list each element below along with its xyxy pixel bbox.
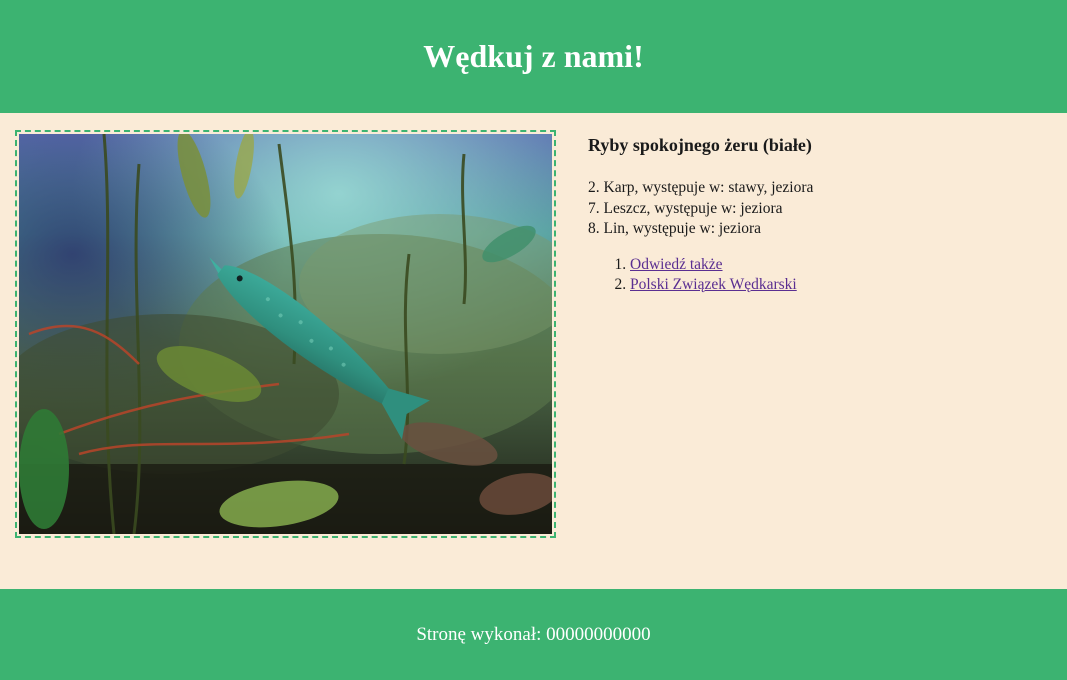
- fish-section-heading: Ryby spokojnego żeru (białe): [588, 135, 812, 155]
- page-header: Wędkuj z nami!: [0, 0, 1067, 113]
- fish-photo-frame: [15, 130, 556, 538]
- page-footer: Stronę wykonał: 00000000000: [0, 589, 1067, 680]
- footer-author: Stronę wykonał: 00000000000: [416, 623, 651, 645]
- page-title: Wędkuj z nami!: [423, 38, 644, 74]
- fish-item: 2. Karp, występuje w: stawy, jeziora: [588, 179, 814, 196]
- links-list: Odwiedź także Polski Związek Wędkarski: [588, 255, 1038, 296]
- visit-also-link[interactable]: Odwiedź także: [630, 256, 723, 273]
- links-list-item: Odwiedź także: [630, 255, 1038, 276]
- fish-item: 8. Lin, występuje w: jeziora: [588, 220, 762, 237]
- pzw-link[interactable]: Polski Związek Wędkarski: [630, 276, 797, 293]
- fish-photo: [19, 134, 552, 534]
- fish-item: 7. Leszcz, występuje w: jeziora: [588, 199, 783, 217]
- main-content: Ryby spokojnego żeru (białe) 2. Karp, wy…: [0, 113, 1067, 589]
- links-list-item: Polski Związek Wędkarski: [630, 275, 1038, 296]
- fish-section: Ryby spokojnego żeru (białe) 2. Karp, wy…: [588, 133, 1038, 296]
